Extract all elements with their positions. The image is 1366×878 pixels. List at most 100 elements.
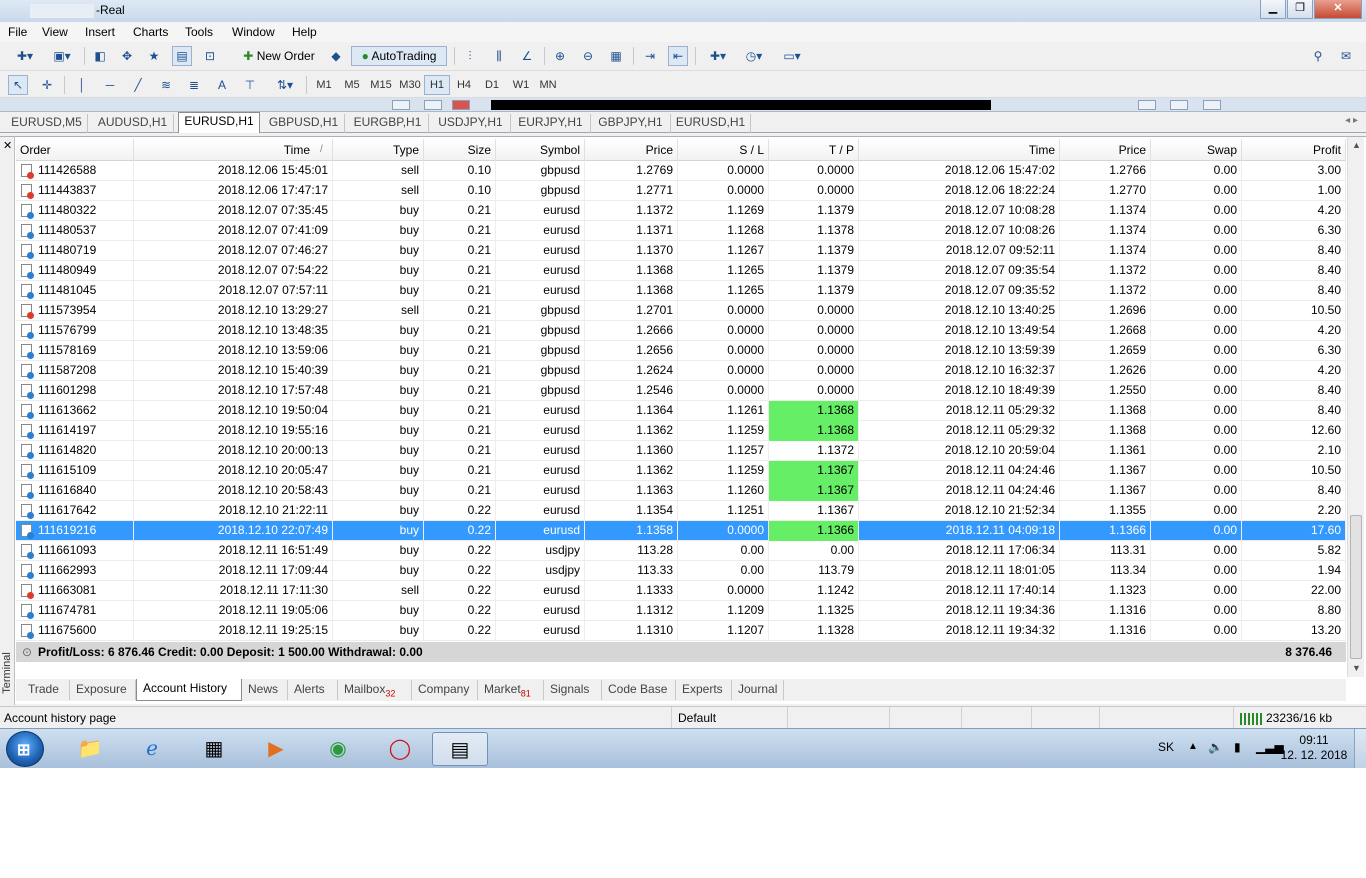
media-player-icon[interactable]: ▶ [248,732,304,766]
col-close-price[interactable]: Price [1060,139,1151,161]
col-profit[interactable]: Profit [1242,139,1346,161]
chart-shift-icon[interactable]: ⇤ [668,46,688,66]
timeframe-m15[interactable]: M15 [367,75,395,95]
clock[interactable]: 09:11 12. 12. 2018 [1276,733,1352,763]
crosshair-icon[interactable]: ✛ [37,75,57,95]
minimize-button[interactable]: ▁ [1260,0,1286,19]
col-type[interactable]: Type [333,139,424,161]
bar-chart-icon[interactable]: ⫶ [460,46,480,66]
table-row[interactable]: 111426588 2018.12.06 15:45:01 sell 0.10 gbpu… [16,161,1346,181]
tab-journal[interactable]: Journal [732,680,784,700]
table-row[interactable]: 111587208 2018.12.10 15:40:39 buy 0.21 gbpus… [16,361,1346,381]
start-button[interactable]: ⊞ [6,731,44,767]
timeframe-w1[interactable]: W1 [508,75,534,95]
line-chart-icon[interactable]: ∠ [517,46,537,66]
table-row[interactable]: 111619216 2018.12.10 22:07:49 buy 0.22 eurus… [16,521,1346,541]
chart-tab[interactable]: EURGBP,H1 [347,114,429,133]
menu-file[interactable]: File [8,25,27,39]
col-size[interactable]: Size [424,139,496,161]
chart-tab[interactable]: EURJPY,H1 [511,114,591,133]
fibonacci-icon[interactable]: ≣ [184,75,204,95]
col-close-time[interactable]: Time [859,139,1060,161]
vertical-line-icon[interactable]: │ [72,75,92,95]
chart-tab[interactable]: USDJPY,H1 [431,114,511,133]
tab-alerts[interactable]: Alerts [288,680,338,700]
zoom-in-icon[interactable]: ⊕ [550,46,570,66]
navigator-icon[interactable]: ★ [144,46,164,66]
arrows-icon[interactable]: ⇅▾ [270,75,300,95]
chart-window[interactable] [491,100,991,110]
timeframe-m30[interactable]: M30 [396,75,424,95]
chrome-icon[interactable]: ◉ [310,732,366,766]
scroll-thumb[interactable] [1350,515,1362,659]
internet-explorer-icon[interactable]: ℯ [124,732,180,766]
auto-scroll-icon[interactable]: ⇥ [640,46,660,66]
chart-minimize-icon[interactable] [392,100,410,110]
tab-company[interactable]: Company [412,680,478,700]
table-row[interactable]: 111615109 2018.12.10 20:05:47 buy 0.21 eurus… [16,461,1346,481]
table-row[interactable]: 111614197 2018.12.10 19:55:16 buy 0.21 eurus… [16,421,1346,441]
menu-window[interactable]: Window [232,25,275,39]
col-time[interactable]: Time [134,139,333,161]
mdi-minimize-icon[interactable] [1138,100,1156,110]
volume-icon[interactable]: 🔈 [1208,740,1223,768]
scroll-down-icon[interactable]: ▼ [1352,663,1361,673]
opera-icon[interactable]: ◯ [372,732,428,766]
tab-news[interactable]: News [242,680,288,700]
timeframe-h1[interactable]: H1 [424,75,450,95]
mdi-restore-icon[interactable] [1170,100,1188,110]
col-price[interactable]: Price [585,139,678,161]
table-row[interactable]: 111614820 2018.12.10 20:00:13 buy 0.21 eurus… [16,441,1346,461]
col-symbol[interactable]: Symbol [496,139,585,161]
col-tp[interactable]: T / P [769,139,859,161]
terminal-icon[interactable]: ▤ [172,46,192,66]
chart-tab[interactable]: EURUSD,H1 [671,114,751,133]
chart-tab[interactable]: GBPJPY,H1 [591,114,671,133]
channel-icon[interactable]: ≋ [156,75,176,95]
chart-tab-active[interactable]: EURUSD,H1 [178,112,260,133]
menu-tools[interactable]: Tools [185,25,213,39]
trendline-icon[interactable]: ╱ [128,75,148,95]
market-watch-icon[interactable]: ◧ [90,46,110,66]
power-icon[interactable]: ▮ [1234,740,1241,768]
table-row[interactable]: 111481045 2018.12.07 07:57:11 buy 0.21 eurus… [16,281,1346,301]
menu-insert[interactable]: Insert [85,25,115,39]
table-row[interactable]: 111573954 2018.12.10 13:29:27 sell 0.21 gbpu… [16,301,1346,321]
menu-view[interactable]: View [42,25,68,39]
table-row[interactable]: 111480322 2018.12.07 07:35:45 buy 0.21 eurus… [16,201,1346,221]
col-swap[interactable]: Swap [1151,139,1242,161]
restore-button[interactable]: ❐ [1287,0,1313,19]
tab-mailbox[interactable]: Mailbox32 [338,680,412,700]
menu-charts[interactable]: Charts [133,25,168,39]
table-row[interactable]: 111578169 2018.12.10 13:59:06 buy 0.21 gbpus… [16,341,1346,361]
horizontal-line-icon[interactable]: ─ [100,75,120,95]
tab-account-history[interactable]: Account History [136,679,242,701]
show-desktop-button[interactable] [1354,729,1366,768]
timeframe-m5[interactable]: M5 [339,75,365,95]
tab-market[interactable]: Market81 [478,680,544,700]
search-icon[interactable]: ⚲ [1308,46,1328,66]
chart-tab[interactable]: EURUSD,M5 [6,114,88,133]
explorer-icon[interactable]: 📁 [62,732,118,766]
templates-icon[interactable]: ▭▾ [776,46,808,66]
table-row[interactable]: 111443837 2018.12.06 17:47:17 sell 0.10 gbpu… [16,181,1346,201]
table-row[interactable]: 111480719 2018.12.07 07:46:27 buy 0.21 eurus… [16,241,1346,261]
periods-clock-icon[interactable]: ◷▾ [738,46,770,66]
text-icon[interactable]: A [212,75,232,95]
metaeditor-icon[interactable]: ◆ [326,46,346,66]
new-chart-icon[interactable]: ✚▾ [8,46,42,66]
profiles-icon[interactable]: ▣▾ [46,46,78,66]
tab-trade[interactable]: Trade [22,680,70,700]
text-label-icon[interactable]: ⊤ [240,75,260,95]
chart-restore-icon[interactable] [424,100,442,110]
new-order-button[interactable]: ✚ New Order [236,46,322,66]
language-indicator[interactable]: SK [1158,740,1174,768]
candlestick-icon[interactable]: ⫼ [489,46,509,66]
table-row[interactable]: 111617642 2018.12.10 21:22:11 buy 0.22 eurus… [16,501,1346,521]
table-row[interactable]: 111601298 2018.12.10 17:57:48 buy 0.21 gbpus… [16,381,1346,401]
chart-close-icon[interactable] [452,100,470,110]
tab-signals[interactable]: Signals [544,680,602,700]
table-row[interactable]: 111661093 2018.12.11 16:51:49 buy 0.22 usdjp… [16,541,1346,561]
tab-scroll-arrows[interactable]: ◂ ▸ [1345,115,1358,126]
terminal-app-icon[interactable]: ▦ [186,732,242,766]
